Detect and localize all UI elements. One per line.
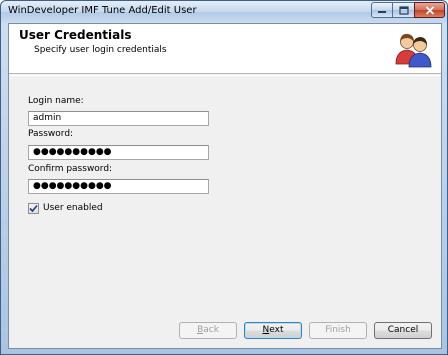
page-subtitle: Specify user login credentials (34, 45, 167, 55)
finish-button[interactable]: Finish (309, 322, 367, 339)
minimize-icon (378, 11, 386, 13)
back-button[interactable]: Back (179, 322, 237, 339)
password-label: Password: (28, 129, 74, 139)
wizard-header: User Credentials Specify user login cred… (9, 24, 441, 74)
window-title: WinDeveloper IMF Tune Add/Edit User (8, 5, 197, 16)
login-name-label: Login name: (28, 96, 84, 106)
wizard-window: WinDeveloper IMF Tune Add/Edit User User… (0, 0, 448, 355)
back-button-label: ack (203, 325, 219, 335)
close-button[interactable] (414, 2, 445, 18)
confirm-password-field[interactable]: ●●●●●●●●●● (28, 179, 209, 194)
checkmark-icon (29, 204, 38, 212)
page-title: User Credentials (19, 28, 132, 42)
minimize-button[interactable] (371, 2, 393, 18)
close-icon (425, 5, 434, 15)
title-bar[interactable]: WinDeveloper IMF Tune Add/Edit User (1, 1, 447, 23)
users-icon (395, 33, 432, 68)
password-field[interactable]: ●●●●●●●●●● (28, 145, 209, 160)
user-enabled-label: User enabled (43, 203, 103, 213)
user-enabled-checkbox-row[interactable]: User enabled (28, 201, 103, 215)
user-enabled-checkbox[interactable] (28, 202, 39, 214)
next-button-label: ext (269, 325, 284, 335)
maximize-button[interactable] (393, 2, 414, 18)
wizard-client-area: User Credentials Specify user login cred… (8, 23, 442, 349)
cancel-button[interactable]: Cancel (374, 322, 432, 339)
maximize-icon (398, 5, 409, 15)
next-button[interactable]: Next (244, 322, 302, 339)
login-name-field[interactable]: admin (28, 111, 209, 126)
confirm-password-label: Confirm password: (28, 164, 113, 174)
